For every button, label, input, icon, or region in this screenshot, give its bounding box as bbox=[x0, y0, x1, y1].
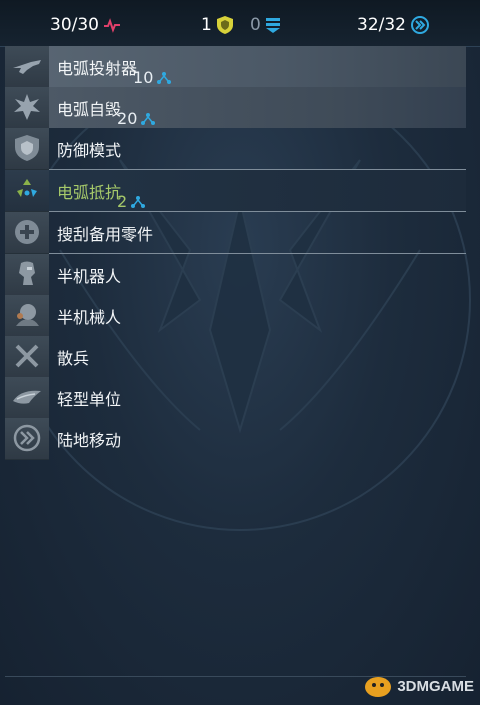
ability-label: 电弧投射器 bbox=[57, 58, 138, 78]
ability-label: 半机械人 bbox=[57, 307, 122, 327]
ability-row-skirmisher[interactable]: 散兵 bbox=[5, 335, 466, 378]
ability-label: 轻型单位 bbox=[57, 389, 122, 409]
shield-stat: 1 bbox=[201, 14, 234, 36]
arc-resistance-icon bbox=[5, 169, 49, 212]
movement-icon bbox=[411, 16, 429, 34]
ability-row-cyborg[interactable]: 半机器人 bbox=[5, 253, 466, 296]
armor-stat: 0 bbox=[250, 14, 281, 36]
watermark: 3DMGAME bbox=[363, 673, 474, 699]
health-stat: 30/30 bbox=[50, 14, 121, 36]
cost-value: 20 bbox=[117, 109, 138, 128]
health-value: 30/30 bbox=[50, 15, 99, 35]
movement-stat: 32/32 bbox=[357, 14, 430, 36]
ability-list: 电弧投射器 10 电弧自毁 20 防御模式 电弧抵抗 2 搜刮备用零件 半机器人… bbox=[5, 45, 466, 460]
research-triangle-icon bbox=[157, 71, 172, 84]
watermark-text: 3DMGAME bbox=[397, 677, 474, 695]
land-movement-icon bbox=[5, 417, 49, 460]
arc-projector-icon bbox=[5, 45, 49, 88]
ability-label: 搜刮备用零件 bbox=[57, 224, 154, 244]
ability-label: 散兵 bbox=[57, 348, 90, 368]
ability-row-land-movement[interactable]: 陆地移动 bbox=[5, 417, 466, 460]
scavenge-parts-icon bbox=[5, 211, 49, 254]
heartbeat-icon bbox=[104, 18, 120, 33]
ability-row-light-unit[interactable]: 轻型单位 bbox=[5, 376, 466, 419]
status-bar: 30/30 1 0 32/32 bbox=[0, 0, 480, 47]
research-triangle-icon bbox=[141, 112, 156, 125]
research-triangle-icon bbox=[131, 195, 146, 208]
ability-row-android[interactable]: 半机械人 bbox=[5, 294, 466, 337]
armor-value: 0 bbox=[250, 15, 261, 35]
ability-label: 陆地移动 bbox=[57, 430, 122, 450]
ability-row-defense-mode[interactable]: 防御模式 bbox=[5, 127, 466, 170]
ability-cost: 10 bbox=[133, 68, 172, 87]
ability-row-self-destruct[interactable]: 电弧自毁 20 bbox=[5, 86, 466, 129]
skirmisher-icon bbox=[5, 335, 49, 378]
self-destruct-icon bbox=[5, 86, 49, 129]
light-unit-icon bbox=[5, 376, 49, 419]
movement-value: 32/32 bbox=[357, 15, 406, 35]
defense-mode-icon bbox=[5, 127, 49, 170]
ability-cost: 20 bbox=[117, 109, 156, 128]
android-icon bbox=[5, 294, 49, 337]
ability-label: 防御模式 bbox=[57, 140, 122, 160]
ability-label: 电弧自毁 bbox=[57, 99, 122, 119]
ability-row-scavenge-parts[interactable]: 搜刮备用零件 bbox=[5, 211, 466, 254]
shield-icon bbox=[216, 16, 233, 34]
armor-icon bbox=[265, 18, 280, 33]
shield-value: 1 bbox=[201, 15, 212, 35]
cyborg-icon bbox=[5, 253, 49, 296]
watermark-logo-icon bbox=[365, 677, 392, 697]
ability-row-arc-resistance[interactable]: 电弧抵抗 2 bbox=[5, 169, 466, 212]
cost-value: 2 bbox=[117, 192, 128, 211]
cost-value: 10 bbox=[133, 68, 154, 87]
ability-label: 电弧抵抗 bbox=[57, 182, 122, 202]
ability-label: 半机器人 bbox=[57, 266, 122, 286]
ability-cost: 2 bbox=[117, 192, 146, 211]
ability-row-arc-projector[interactable]: 电弧投射器 10 bbox=[5, 45, 466, 88]
